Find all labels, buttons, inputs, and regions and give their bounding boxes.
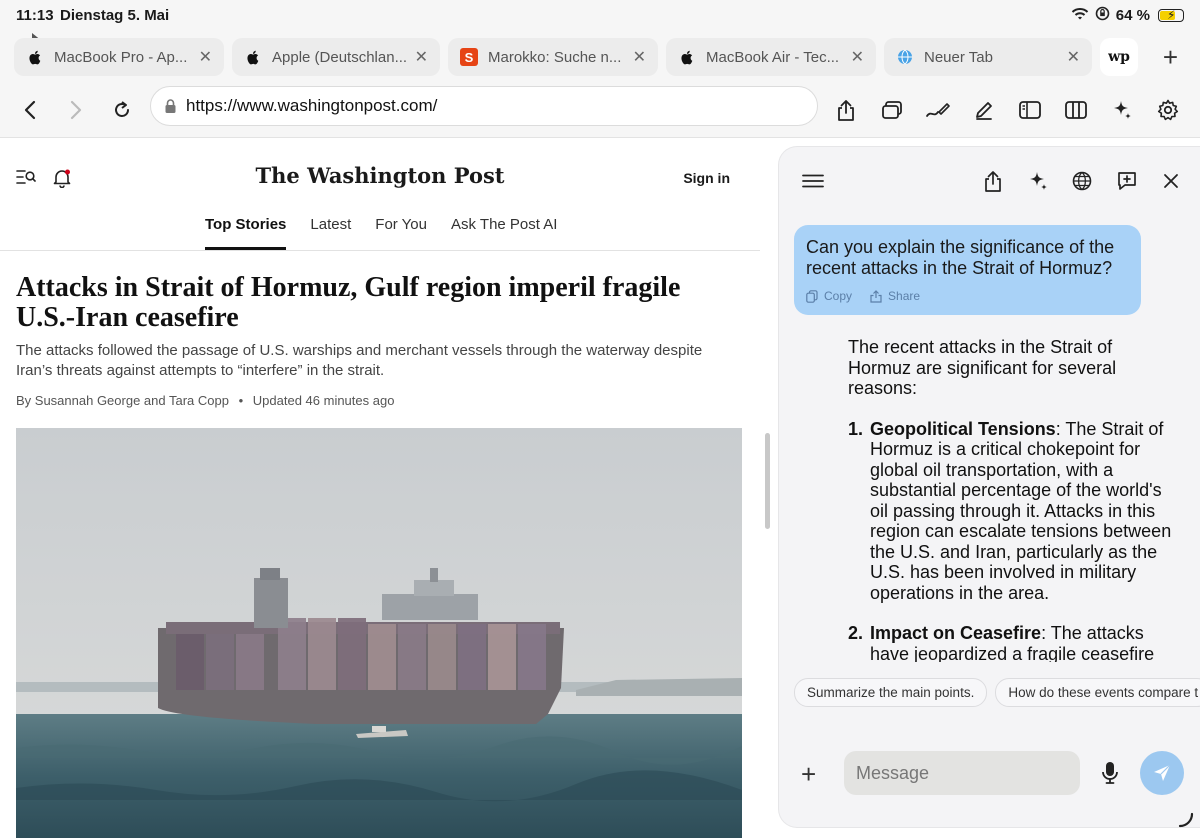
nav-ask-the-post-ai[interactable]: Ask The Post AI <box>451 216 557 250</box>
tab-marokko[interactable]: S Marokko: Suche n... ✕ <box>448 38 658 76</box>
message-actions: Copy Share <box>806 289 1129 303</box>
answer-intro: The recent attacks in the Strait of Horm… <box>848 337 1117 398</box>
apple-icon <box>244 48 262 66</box>
lock-icon <box>165 99 176 113</box>
point-number: 1. <box>848 418 864 439</box>
byline-authors: By Susannah George and Tara Copp <box>16 393 229 408</box>
answer-point: 1. Geopolitical Tensions: The Strait of … <box>848 419 1178 604</box>
close-icon[interactable]: ✕ <box>415 47 428 67</box>
article-summary: The attacks followed the passage of U.S.… <box>16 342 703 379</box>
sparkle-icon[interactable] <box>1022 165 1054 197</box>
article-headline[interactable]: Attacks in Strait of Hormuz, Gulf region… <box>16 273 746 333</box>
section-nav: Top Stories Latest For You Ask The Post … <box>205 216 557 250</box>
new-tab-button[interactable]: + <box>1163 42 1178 73</box>
settings-gear-icon[interactable] <box>1152 94 1184 126</box>
tab-washington-post[interactable]: wp <box>1100 38 1138 76</box>
message-input[interactable]: Message <box>844 751 1080 795</box>
nav-latest[interactable]: Latest <box>310 216 351 250</box>
assistant-answer: The recent attacks in the Strait of Horm… <box>848 337 1178 662</box>
spiegel-icon: S <box>460 48 478 66</box>
url-text: https://www.washingtonpost.com/ <box>186 96 438 115</box>
tabs-overview-button[interactable] <box>876 94 908 126</box>
share-button[interactable] <box>830 94 862 126</box>
address-bar[interactable]: https://www.washingtonpost.com/ <box>150 86 818 126</box>
ai-assistant-panel: Can you explain the significance of the … <box>779 147 1200 827</box>
status-indicators: 64 % ⚡ <box>1071 6 1184 25</box>
point-number: 2. <box>848 623 864 643</box>
battery-icon: ⚡ <box>1158 8 1184 22</box>
ai-sparkle-button[interactable] <box>1106 94 1138 126</box>
edit-pencil-button[interactable] <box>968 94 1000 126</box>
sign-in-link[interactable]: Sign in <box>683 170 730 186</box>
copy-button[interactable]: Copy <box>806 289 852 303</box>
tab-neuer-tab[interactable]: Neuer Tab ✕ <box>884 38 1092 76</box>
send-icon <box>1154 764 1171 781</box>
forward-button[interactable] <box>60 94 92 126</box>
copy-icon <box>806 289 818 303</box>
suggestion-chip[interactable]: Summarize the main points. <box>794 678 988 707</box>
point-title: Impact on Ceasefire <box>870 623 1042 643</box>
new-chat-icon[interactable] <box>1111 165 1143 197</box>
apple-icon <box>678 48 696 66</box>
tab-macbook-air[interactable]: MacBook Air - Tec... ✕ <box>666 38 876 76</box>
split-view-button[interactable] <box>1060 94 1092 126</box>
user-message-bubble: Can you explain the significance of the … <box>794 225 1141 315</box>
microphone-icon[interactable] <box>1097 759 1123 787</box>
status-bar: 11:13 Dienstag 5. Mai 64 % ⚡ <box>0 0 1200 32</box>
send-button[interactable] <box>1140 751 1184 795</box>
globe-icon[interactable] <box>1066 165 1098 197</box>
reload-button[interactable] <box>106 94 138 126</box>
suggestion-chips: Summarize the main points. How do these … <box>794 678 1200 707</box>
copy-label: Copy <box>824 289 853 303</box>
tab-label: Marokko: Suche n... <box>488 48 622 66</box>
washington-post-logo[interactable]: The Washington Post <box>0 163 760 188</box>
article-photo[interactable] <box>16 428 742 838</box>
share-icon[interactable] <box>977 165 1009 197</box>
orientation-lock-icon <box>1095 6 1110 25</box>
point-text: : The Strait of Hormuz is a critical cho… <box>870 418 1172 603</box>
tab-apple-deutschland[interactable]: Apple (Deutschlan... ✕ <box>232 38 440 76</box>
article-byline: By Susannah George and Tara Copp • Updat… <box>16 393 394 408</box>
close-icon[interactable]: ✕ <box>1067 47 1080 67</box>
markup-button[interactable] <box>922 94 954 126</box>
washington-post-icon: wp <box>1108 49 1130 65</box>
battery-percent: 64 % <box>1115 7 1150 24</box>
tab-bar: MacBook Pro - Ap... ✕ Apple (Deutschlan.… <box>0 32 1200 82</box>
answer-point: 2. Impact on Ceasefire: The attacks have… <box>848 623 1178 662</box>
globe-icon <box>896 48 914 66</box>
byline-separator: • <box>238 393 244 408</box>
resize-handle-icon[interactable] <box>1178 812 1194 833</box>
tab-label: MacBook Pro - Ap... <box>54 48 188 66</box>
wifi-icon <box>1071 7 1089 25</box>
tab-macbook-pro[interactable]: MacBook Pro - Ap... ✕ <box>14 38 224 76</box>
close-icon[interactable]: ✕ <box>633 47 646 67</box>
divider <box>0 250 760 251</box>
add-attachment-button[interactable]: + <box>801 759 816 790</box>
share-message-button[interactable]: Share <box>870 289 920 303</box>
point-title: Geopolitical Tensions <box>870 418 1056 439</box>
close-icon[interactable] <box>1155 165 1187 197</box>
suggestion-chip[interactable]: How do these events compare t <box>995 678 1200 707</box>
apple-icon <box>26 48 44 66</box>
hamburger-menu-icon[interactable] <box>797 165 829 197</box>
share-label: Share <box>888 289 921 303</box>
back-button[interactable] <box>14 94 46 126</box>
page-scrollbar[interactable] <box>765 433 770 529</box>
close-icon[interactable]: ✕ <box>199 47 212 67</box>
user-question: Can you explain the significance of the … <box>806 237 1115 278</box>
share-icon <box>870 289 882 303</box>
answer-list: 1. Geopolitical Tensions: The Strait of … <box>848 419 1178 663</box>
nav-for-you[interactable]: For You <box>375 216 427 250</box>
close-icon[interactable]: ✕ <box>851 47 864 67</box>
web-page: The Washington Post Sign in Top Stories … <box>0 138 778 838</box>
nav-top-stories[interactable]: Top Stories <box>205 216 287 250</box>
reader-sidebar-button[interactable] <box>1014 94 1046 126</box>
tab-label: Neuer Tab <box>924 48 993 66</box>
date: Dienstag 5. Mai <box>60 7 170 24</box>
tab-label: Apple (Deutschlan... <box>272 48 407 66</box>
browser-toolbar: https://www.washingtonpost.com/ <box>0 82 1200 138</box>
tab-label: MacBook Air - Tec... <box>706 48 840 66</box>
byline-updated: Updated 46 minutes ago <box>252 393 395 408</box>
clock: 11:13 <box>16 7 54 24</box>
